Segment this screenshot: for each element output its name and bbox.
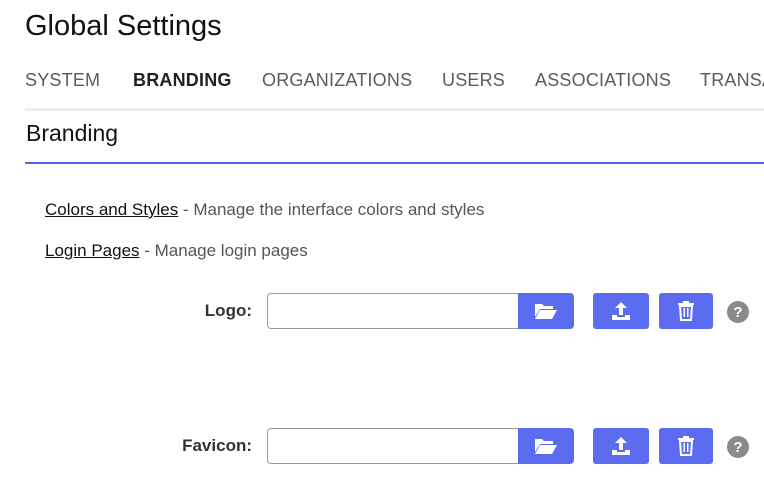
trash-icon: [678, 301, 694, 321]
link-row-login: Login Pages - Manage login pages: [45, 241, 308, 261]
login-pages-link[interactable]: Login Pages: [45, 241, 140, 260]
tab-branding[interactable]: BRANDING: [133, 70, 232, 91]
tab-system[interactable]: SYSTEM: [25, 70, 100, 91]
upload-icon: [612, 302, 630, 320]
logo-help-icon[interactable]: ?: [727, 301, 749, 323]
upload-icon: [612, 437, 630, 455]
tab-organizations[interactable]: ORGANIZATIONS: [262, 70, 412, 91]
favicon-delete-button[interactable]: [659, 428, 713, 464]
logo-path-input[interactable]: [267, 293, 518, 329]
trash-icon: [678, 436, 694, 456]
tab-users[interactable]: USERS: [442, 70, 505, 91]
logo-upload-button[interactable]: [593, 293, 649, 329]
folder-open-icon: [535, 439, 557, 454]
link-row-colors: Colors and Styles - Manage the interface…: [45, 200, 484, 220]
favicon-path-input[interactable]: [267, 428, 518, 464]
colors-and-styles-link[interactable]: Colors and Styles: [45, 200, 178, 219]
colors-and-styles-description: - Manage the interface colors and styles: [178, 200, 485, 219]
login-pages-description: - Manage login pages: [139, 241, 308, 260]
logo-label: Logo:: [204, 301, 252, 320]
tab-transactions[interactable]: TRANSA: [700, 70, 764, 91]
favicon-label: Favicon:: [182, 436, 252, 455]
active-tab-indicator: [117, 108, 243, 111]
page-title: Global Settings: [25, 10, 222, 42]
favicon-upload-button[interactable]: [593, 428, 649, 464]
tab-associations[interactable]: ASSOCIATIONS: [535, 70, 671, 91]
logo-delete-button[interactable]: [659, 293, 713, 329]
folder-open-icon: [535, 304, 557, 319]
favicon-help-icon[interactable]: ?: [727, 436, 749, 458]
section-divider: [25, 162, 764, 164]
settings-tabs: SYSTEM BRANDING ORGANIZATIONS USERS ASSO…: [25, 62, 764, 111]
section-title: Branding: [26, 120, 119, 146]
logo-browse-button[interactable]: [518, 293, 574, 329]
favicon-browse-button[interactable]: [518, 428, 574, 464]
